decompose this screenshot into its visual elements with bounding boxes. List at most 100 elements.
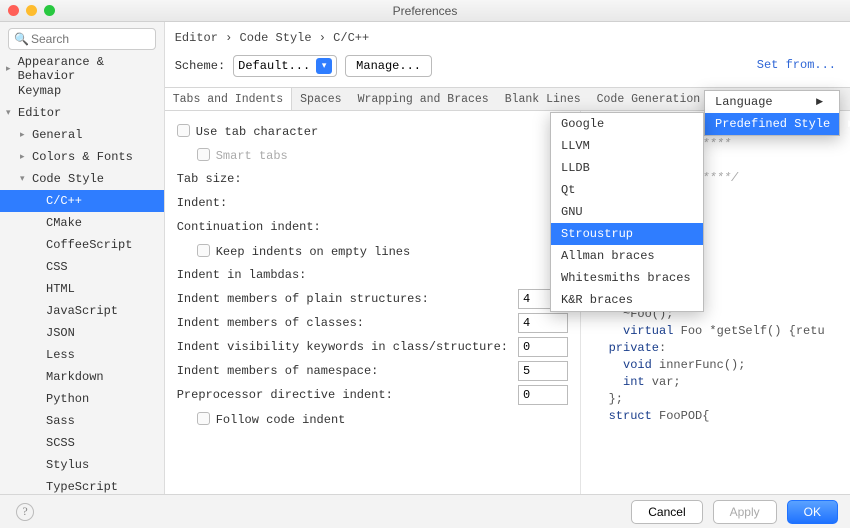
sidebar-item-typescript[interactable]: TypeScript bbox=[0, 476, 164, 494]
sidebar-item-sass[interactable]: Sass bbox=[0, 410, 164, 432]
sidebar-item-label: Sass bbox=[46, 414, 75, 428]
predefined-style-menu[interactable]: Google LLVM LLDB Qt GNU Stroustrup Allman brac… bbox=[550, 112, 704, 312]
cancel-button[interactable]: Cancel bbox=[631, 500, 702, 524]
apply-button[interactable]: Apply bbox=[713, 500, 777, 524]
help-button[interactable]: ? bbox=[16, 503, 34, 521]
sidebar-item-label: Appearance & Behavior bbox=[18, 56, 164, 83]
visibility-label: Indent visibility keywords in class/stru… bbox=[177, 340, 508, 354]
sidebar-item-label: JavaScript bbox=[46, 304, 118, 318]
ok-button[interactable]: OK bbox=[787, 500, 838, 524]
visibility-input[interactable] bbox=[518, 337, 568, 357]
menu-item-predefined-style[interactable]: Predefined Style▶ bbox=[705, 113, 839, 135]
menu-item-label: Qt bbox=[561, 183, 575, 197]
sidebar-item-editor[interactable]: ▾Editor bbox=[0, 102, 164, 124]
sidebar-item-css[interactable]: CSS bbox=[0, 256, 164, 278]
tab-tabs-and-indents[interactable]: Tabs and Indents bbox=[165, 88, 292, 110]
tab-wrapping-and-braces[interactable]: Wrapping and Braces bbox=[350, 88, 497, 110]
scheme-select[interactable]: Default... ▾ bbox=[233, 55, 337, 77]
classes-input[interactable] bbox=[518, 313, 568, 333]
sidebar-item-label: Less bbox=[46, 348, 75, 362]
sidebar-item-label: C/C++ bbox=[46, 194, 82, 208]
keep-empty-checkbox[interactable] bbox=[197, 244, 210, 257]
sidebar-item-general[interactable]: ▸General bbox=[0, 124, 164, 146]
sidebar-item-label: JSON bbox=[46, 326, 75, 340]
menu-item-whitesmiths-braces[interactable]: Whitesmiths braces bbox=[551, 267, 703, 289]
menu-item-stroustrup[interactable]: Stroustrup bbox=[551, 223, 703, 245]
menu-item-language[interactable]: Language▶ bbox=[705, 91, 839, 113]
sidebar-item-label: HTML bbox=[46, 282, 75, 296]
menu-item-llvm[interactable]: LLVM bbox=[551, 135, 703, 157]
sidebar-item-label: CoffeeScript bbox=[46, 238, 132, 252]
sidebar-item-c-c-[interactable]: C/C++ bbox=[0, 190, 164, 212]
footer: ? Cancel Apply OK bbox=[0, 494, 850, 528]
tab-blank-lines[interactable]: Blank Lines bbox=[497, 88, 589, 110]
sidebar-item-label: General bbox=[32, 128, 82, 142]
form-panel: Use tab character Smart tabs Tab size: I… bbox=[165, 111, 580, 494]
keep-empty-label: Keep indents on empty lines bbox=[216, 245, 410, 259]
namespace-input[interactable] bbox=[518, 361, 568, 381]
sidebar-item-scss[interactable]: SCSS bbox=[0, 432, 164, 454]
lambdas-label: Indent in lambdas: bbox=[177, 268, 307, 282]
sidebar-item-coffeescript[interactable]: CoffeeScript bbox=[0, 234, 164, 256]
menu-item-google[interactable]: Google bbox=[551, 113, 703, 135]
sidebar-item-python[interactable]: Python bbox=[0, 388, 164, 410]
sidebar-item-label: Stylus bbox=[46, 458, 89, 472]
menu-item-label: LLDB bbox=[561, 161, 590, 175]
menu-item-label: LLVM bbox=[561, 139, 590, 153]
sidebar-item-label: Editor bbox=[18, 106, 61, 120]
menu-item-gnu[interactable]: GNU bbox=[551, 201, 703, 223]
menu-item-label: Predefined Style bbox=[715, 117, 830, 131]
preproc-input[interactable] bbox=[518, 385, 568, 405]
menu-item-label: Allman braces bbox=[561, 249, 655, 263]
content: Editor › Code Style › C/C++ Scheme: Defa… bbox=[165, 22, 850, 494]
menu-item-allman-braces[interactable]: Allman braces bbox=[551, 245, 703, 267]
set-from-link[interactable]: Set from... bbox=[757, 58, 836, 72]
search-input[interactable] bbox=[8, 28, 156, 50]
chevron-updown-icon: ▾ bbox=[316, 58, 332, 74]
menu-item-k-r-braces[interactable]: K&R braces bbox=[551, 289, 703, 311]
disclosure-icon: ▸ bbox=[6, 64, 18, 74]
sidebar-item-keymap[interactable]: Keymap bbox=[0, 80, 164, 102]
menu-item-qt[interactable]: Qt bbox=[551, 179, 703, 201]
sidebar-item-appearance-behavior[interactable]: ▸Appearance & Behavior bbox=[0, 58, 164, 80]
set-from-menu[interactable]: Language▶Predefined Style▶ bbox=[704, 90, 840, 136]
disclosure-icon: ▾ bbox=[6, 108, 18, 118]
disclosure-icon: ▾ bbox=[20, 174, 32, 184]
sidebar-item-cmake[interactable]: CMake bbox=[0, 212, 164, 234]
menu-item-lldb[interactable]: LLDB bbox=[551, 157, 703, 179]
breadcrumb: Editor › Code Style › C/C++ bbox=[165, 22, 850, 49]
smart-tabs-label: Smart tabs bbox=[216, 149, 288, 163]
indent-label: Indent: bbox=[177, 196, 227, 210]
follow-code-checkbox[interactable] bbox=[197, 412, 210, 425]
namespace-label: Indent members of namespace: bbox=[177, 364, 379, 378]
sidebar-item-stylus[interactable]: Stylus bbox=[0, 454, 164, 476]
menu-item-label: GNU bbox=[561, 205, 583, 219]
menu-item-label: Stroustrup bbox=[561, 227, 633, 241]
sidebar-item-code-style[interactable]: ▾Code Style bbox=[0, 168, 164, 190]
smart-tabs-checkbox bbox=[197, 148, 210, 161]
disclosure-icon: ▸ bbox=[20, 152, 32, 162]
sidebar: 🔍 ▸Appearance & BehaviorKeymap▾Editor▸Ge… bbox=[0, 22, 165, 494]
use-tab-checkbox[interactable] bbox=[177, 124, 190, 137]
sidebar-item-json[interactable]: JSON bbox=[0, 322, 164, 344]
sidebar-item-label: Colors & Fonts bbox=[32, 150, 133, 164]
window-title: Preferences bbox=[0, 4, 850, 18]
submenu-arrow-icon: ▶ bbox=[816, 97, 823, 107]
sidebar-item-javascript[interactable]: JavaScript bbox=[0, 300, 164, 322]
tab-size-label: Tab size: bbox=[177, 172, 242, 186]
tab-code-generation[interactable]: Code Generation bbox=[589, 88, 709, 110]
sidebar-item-label: Code Style bbox=[32, 172, 104, 186]
sidebar-item-label: Python bbox=[46, 392, 89, 406]
titlebar: Preferences bbox=[0, 0, 850, 22]
sidebar-item-less[interactable]: Less bbox=[0, 344, 164, 366]
manage-button[interactable]: Manage... bbox=[345, 55, 432, 77]
sidebar-item-colors-fonts[interactable]: ▸Colors & Fonts bbox=[0, 146, 164, 168]
sidebar-item-html[interactable]: HTML bbox=[0, 278, 164, 300]
sidebar-item-markdown[interactable]: Markdown bbox=[0, 366, 164, 388]
cont-indent-label: Continuation indent: bbox=[177, 220, 321, 234]
tab-spaces[interactable]: Spaces bbox=[292, 88, 349, 110]
menu-item-label: Google bbox=[561, 117, 604, 131]
scheme-label: Scheme: bbox=[175, 59, 225, 73]
preproc-label: Preprocessor directive indent: bbox=[177, 388, 393, 402]
use-tab-label: Use tab character bbox=[196, 125, 318, 139]
